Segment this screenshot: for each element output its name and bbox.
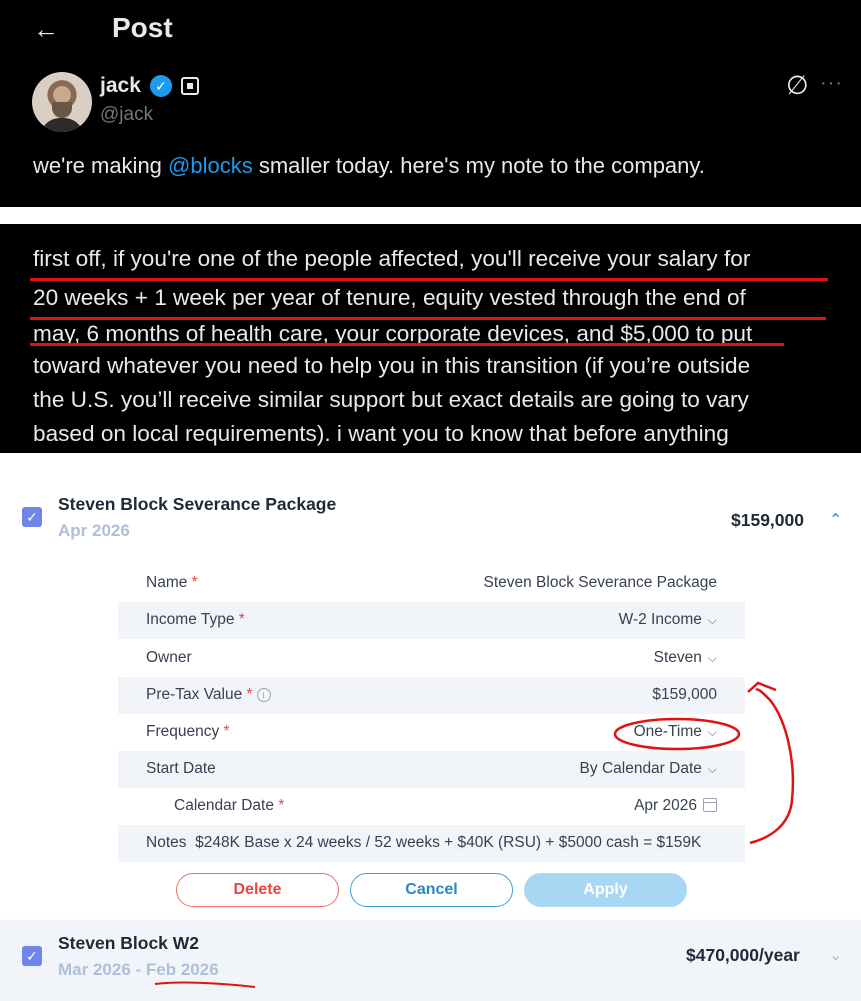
calendar-date-field[interactable]: Apr 2026 [634,797,717,815]
arrowhead-annotation [747,681,777,693]
calendar-icon[interactable] [703,798,717,812]
field-label: Owner [146,649,192,666]
verified-badge-icon: ✓ [150,75,172,97]
item-title[interactable]: Steven Block Severance Package [58,494,336,515]
chevron-up-icon[interactable]: ⌃ [829,510,842,530]
item-checkbox[interactable]: ✓ [22,507,42,527]
chevron-down-icon: ⌵ [707,651,717,665]
name-field[interactable]: Steven Block Severance Package [484,574,718,592]
chevron-down-icon: ⌵ [707,762,717,776]
more-options-icon[interactable]: ··· [820,72,843,95]
notes-row: Notes $248K Base x 24 weeks / 52 weeks +… [118,825,745,862]
tweet-text-before: we're making [33,153,169,178]
item-date: Mar 2026 - Feb 2026 [58,960,219,979]
field-label: Income Type * [146,611,245,628]
income-type-row: Income Type * W-2 Income ⌵ [118,602,745,639]
cancel-button[interactable]: Cancel [350,873,513,907]
underline-annotation [30,278,828,281]
note-line: the U.S. you’ll receive similar support … [33,387,749,412]
avatar[interactable] [32,72,92,132]
notes-label: Notes [146,834,187,851]
underline-annotation [30,317,826,320]
start-date-row: Start Date By Calendar Date ⌵ [118,751,745,788]
item-title[interactable]: Steven Block W2 [58,933,199,954]
tweet-header-panel: ← Post jack ✓ @jack ∅ ··· we're making @… [0,0,861,207]
grok-icon[interactable]: ∅ [786,70,809,101]
author-handle[interactable]: @jack [100,104,153,126]
start-date-select[interactable]: By Calendar Date ⌵ [580,760,717,778]
note-line: first off, if you're one of the people a… [33,246,751,271]
note-line: based on local requirements). i want you… [33,421,729,446]
notes-value: $248K Base x 24 weeks / 52 weeks + $40K … [195,834,702,851]
note-line: 20 weeks + 1 week per year of tenure, eq… [33,285,746,310]
calendar-date-row: Calendar Date * Apr 2026 [118,788,745,825]
author-name[interactable]: jack [100,74,141,98]
apply-button[interactable]: Apply [524,873,687,907]
note-excerpt-panel: first off, if you're one of the people a… [0,224,861,453]
arrow-annotation [749,688,795,845]
chevron-down-icon: ⌵ [707,613,717,627]
avatar-shirt [40,118,84,132]
affiliation-badge-icon[interactable] [181,77,199,95]
page-title: Post [112,12,173,43]
chevron-down-icon: ⌵ [707,725,717,739]
field-label: Pre-Tax Value * i [146,686,271,704]
frequency-select[interactable]: One-Time ⌵ [634,723,717,741]
frequency-row: Frequency * One-Time ⌵ [118,714,745,751]
mention-link[interactable]: @blocks [168,153,253,178]
field-label: Start Date [146,760,216,777]
field-label: Frequency * [146,723,230,740]
underline-annotation [30,343,784,346]
item-date: Apr 2026 [58,521,130,540]
field-label: Calendar Date * [174,797,285,814]
delete-button[interactable]: Delete [176,873,339,907]
name-row: Name * Steven Block Severance Package [118,565,745,602]
pretax-value-field[interactable]: $159,000 [652,686,717,704]
owner-select[interactable]: Steven ⌵ [654,649,717,667]
tweet-text: we're making @blocks smaller today. here… [33,153,705,179]
arrow-left-icon[interactable]: ← [33,14,59,45]
item-amount: $470,000/year [686,945,800,965]
tweet-text-after: smaller today. here's my note to the com… [252,153,705,178]
chevron-down-icon[interactable]: ⌄ [829,945,842,965]
item-checkbox[interactable]: ✓ [22,946,42,966]
income-type-select[interactable]: W-2 Income ⌵ [619,611,717,629]
avatar-beard [52,102,72,118]
info-icon[interactable]: i [256,688,271,702]
pretax-row: Pre-Tax Value * i $159,000 [118,677,745,714]
item-amount: $159,000 [731,510,804,530]
field-label: Name * [146,574,198,591]
owner-row: Owner Steven ⌵ [118,640,745,677]
notes-field[interactable]: Notes $248K Base x 24 weeks / 52 weeks +… [146,834,701,852]
note-line: toward whatever you need to help you in … [33,353,751,378]
